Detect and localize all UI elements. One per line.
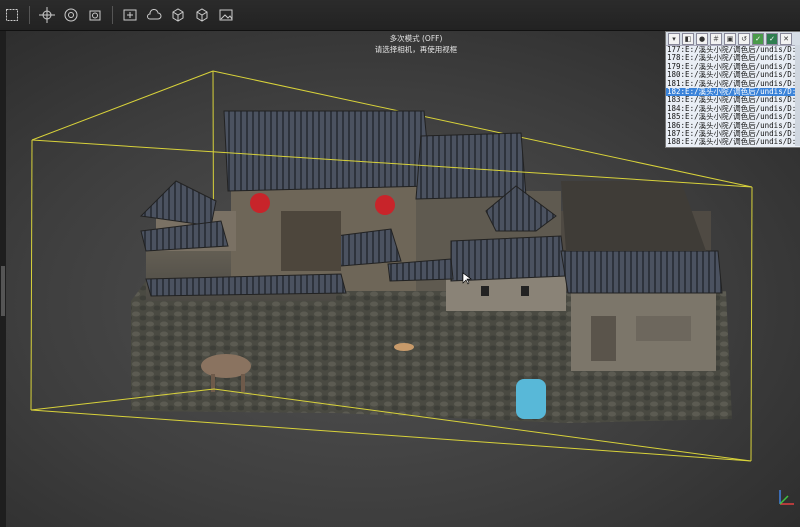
grid-icon[interactable]: ＃ — [710, 32, 722, 45]
main-toolbar — [0, 0, 800, 31]
mode-status: 多次模式 (OFF) 请选择相机，再使用视框 — [336, 33, 496, 55]
list-item[interactable]: 181:E:/溪头小院/调色后/undis/D: — [666, 80, 800, 88]
list-item[interactable]: 180:E:/溪头小院/调色后/undis/D: — [666, 71, 800, 79]
mode-hint: 请选择相机，再使用视框 — [374, 45, 458, 54]
axis-gizmo-icon — [779, 490, 794, 505]
list-item[interactable]: 187:E:/溪头小院/调色后/undis/D: — [666, 130, 800, 138]
confirm-icon[interactable]: ✓ — [752, 32, 764, 45]
3d-viewport[interactable]: 多次模式 (OFF) 请选择相机，再使用视框 ▾ ◧ ● ＃ ▣ ↺ ✓ ✓ ✕… — [6, 31, 800, 527]
cloud-icon[interactable] — [142, 3, 166, 27]
list-item[interactable]: 177:E:/溪头小院/调色后/undis/D: — [666, 46, 800, 54]
rotate-icon[interactable] — [59, 3, 83, 27]
cube-icon[interactable] — [166, 3, 190, 27]
image-list: 177:E:/溪头小院/调色后/undis/D: 178:E:/溪头小院/调色后… — [666, 46, 800, 147]
list-item[interactable]: 185:E:/溪头小院/调色后/undis/D: — [666, 113, 800, 121]
toolbar-divider — [29, 6, 30, 24]
list-item-selected[interactable]: 182:E:/溪头小院/调色后/undis/D: — [666, 87, 800, 97]
square-select-icon[interactable] — [0, 3, 24, 27]
scrollbar-thumb[interactable] — [1, 266, 5, 316]
filter-icon[interactable]: ▾ — [668, 32, 680, 45]
window-icon[interactable]: ▣ — [724, 32, 736, 45]
image-list-panel: ▾ ◧ ● ＃ ▣ ↺ ✓ ✓ ✕ 177:E:/溪头小院/调色后/undis/… — [665, 31, 800, 148]
undo-icon[interactable]: ↺ — [738, 32, 750, 45]
list-item[interactable]: 184:E:/溪头小院/调色后/undis/D: — [666, 105, 800, 113]
move-icon[interactable] — [35, 3, 59, 27]
color-icon[interactable]: ◧ — [682, 32, 694, 45]
toolbar-divider — [112, 6, 113, 24]
image-icon[interactable] — [214, 3, 238, 27]
list-item[interactable]: 178:E:/溪头小院/调色后/undis/D: — [666, 54, 800, 62]
list-item[interactable]: 179:E:/溪头小院/调色后/undis/D: — [666, 63, 800, 71]
mode-title: 多次模式 (OFF) — [389, 34, 443, 43]
image-panel-toolbar: ▾ ◧ ● ＃ ▣ ↺ ✓ ✓ ✕ — [666, 32, 800, 46]
reject-icon[interactable]: ✓ — [766, 32, 778, 45]
image-list-scrollbar[interactable] — [795, 45, 800, 146]
list-item[interactable]: 186:E:/溪头小院/调色后/undis/D: — [666, 122, 800, 130]
list-item[interactable]: 183:E:/溪头小院/调色后/undis/D: — [666, 96, 800, 104]
list-item[interactable]: 188:E:/溪头小院/调色后/undis/D: — [666, 138, 800, 146]
camera-align-icon[interactable] — [83, 3, 107, 27]
cube-export-icon[interactable] — [190, 3, 214, 27]
orbit-icon[interactable] — [118, 3, 142, 27]
point-icon[interactable]: ● — [696, 32, 708, 45]
close-icon[interactable]: ✕ — [780, 32, 792, 45]
